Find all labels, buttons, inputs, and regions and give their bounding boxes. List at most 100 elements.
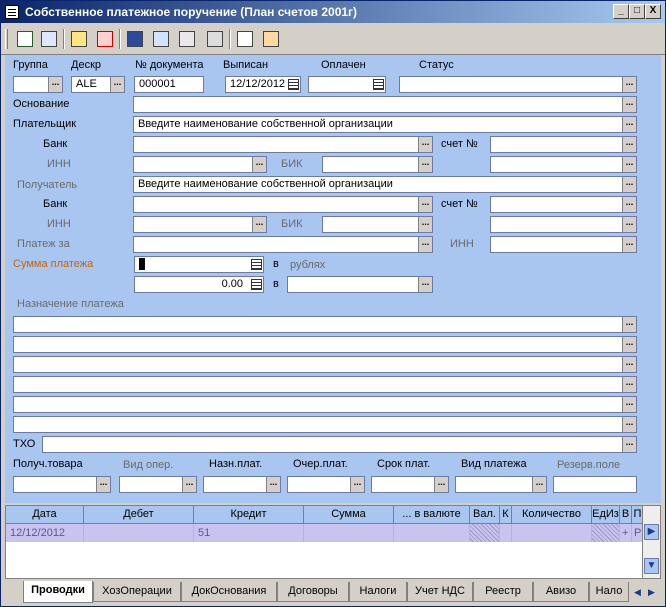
col-currency-amount[interactable]: ... в валюте <box>394 506 470 523</box>
col-k[interactable]: К <box>500 506 512 523</box>
tab-scroll-left-icon[interactable]: ◀ <box>631 583 644 601</box>
recipient-corr-account-lookup-button[interactable]: ... <box>622 217 636 232</box>
tool-10-button[interactable] <box>261 29 281 49</box>
minimize-button[interactable]: _ <box>613 4 629 19</box>
group-lookup-button[interactable]: ... <box>48 77 62 92</box>
payment-for-inn-field[interactable]: ... <box>490 236 637 253</box>
payment-for-lookup-button[interactable]: ... <box>418 237 432 252</box>
amount-currency-field[interactable]: 0.00 <box>134 276 264 293</box>
tool-1-button[interactable] <box>15 29 35 49</box>
scroll-down-icon[interactable]: ▼ <box>644 558 659 574</box>
basis-field[interactable]: ... <box>133 96 637 113</box>
purpose-line-5-button[interactable]: ... <box>622 397 636 412</box>
payer-inn-field[interactable]: ... <box>133 156 267 173</box>
payer-field[interactable]: Введите наименование собственной организ… <box>133 116 637 133</box>
recipient-inn-field[interactable]: ... <box>133 216 267 233</box>
term-field[interactable]: ... <box>371 476 449 493</box>
tool-3-button[interactable] <box>69 29 89 49</box>
recipient-bank-lookup-button[interactable]: ... <box>418 197 432 212</box>
tool-8-button[interactable] <box>205 29 225 49</box>
purpose-line-5[interactable]: ... <box>13 396 637 413</box>
close-button[interactable]: X <box>645 4 661 19</box>
purpose-line-2-button[interactable]: ... <box>622 337 636 352</box>
currency-lookup-button[interactable]: ... <box>418 277 432 292</box>
col-amount[interactable]: Сумма <box>304 506 394 523</box>
payer-account-field[interactable]: ... <box>490 136 637 153</box>
goods-recipient-button[interactable]: ... <box>96 477 110 492</box>
cell-currency-amount[interactable] <box>394 524 470 542</box>
tho-lookup-button[interactable]: ... <box>622 437 636 452</box>
term-button[interactable]: ... <box>434 477 448 492</box>
tool-9-button[interactable] <box>235 29 255 49</box>
group-field[interactable]: ... <box>13 76 63 93</box>
cell-quantity[interactable] <box>512 524 592 542</box>
table-row[interactable]: 12/12/2012 51 + P <box>6 524 644 542</box>
tho-field[interactable]: ... <box>42 436 637 453</box>
cell-credit[interactable]: 51 <box>194 524 304 542</box>
payer-bank-field[interactable]: ... <box>133 136 433 153</box>
cell-v[interactable]: + <box>620 524 632 542</box>
basis-lookup-button[interactable]: ... <box>622 97 636 112</box>
payer-bank-lookup-button[interactable]: ... <box>418 137 432 152</box>
desc-lookup-button[interactable]: ... <box>110 77 124 92</box>
tab-business-operations[interactable]: ХозОперации <box>93 582 181 602</box>
recipient-inn-lookup-button[interactable]: ... <box>252 217 266 232</box>
pay-type-field[interactable]: ... <box>455 476 547 493</box>
purpose-line-4[interactable]: ... <box>13 376 637 393</box>
calculator-icon[interactable] <box>251 279 262 290</box>
purpose-line-2[interactable]: ... <box>13 336 637 353</box>
save-button[interactable] <box>125 29 145 49</box>
calendar-icon[interactable] <box>373 79 384 90</box>
desc-field[interactable]: ALE... <box>71 76 125 93</box>
op-type-button[interactable]: ... <box>182 477 196 492</box>
purpose-pay-button[interactable]: ... <box>266 477 280 492</box>
payer-corr-account-field[interactable]: ... <box>490 156 637 173</box>
pay-type-button[interactable]: ... <box>532 477 546 492</box>
tab-registry[interactable]: Реестр <box>473 582 533 602</box>
tab-contracts[interactable]: Договоры <box>277 582 349 602</box>
purpose-line-4-button[interactable]: ... <box>622 377 636 392</box>
payment-for-field[interactable]: ... <box>133 236 433 253</box>
col-quantity[interactable]: Количество <box>512 506 592 523</box>
order-field[interactable]: ... <box>287 476 365 493</box>
purpose-line-6[interactable]: ... <box>13 416 637 433</box>
goods-recipient-field[interactable]: ... <box>13 476 111 493</box>
recipient-bik-lookup-button[interactable]: ... <box>418 217 432 232</box>
payer-lookup-button[interactable]: ... <box>622 117 636 132</box>
tool-4-button[interactable] <box>95 29 115 49</box>
cell-date[interactable]: 12/12/2012 <box>6 524 84 542</box>
cell-k[interactable] <box>500 524 512 542</box>
paid-date-field[interactable] <box>308 76 386 93</box>
status-field[interactable]: ... <box>399 76 637 93</box>
recipient-account-field[interactable]: ... <box>490 196 637 213</box>
purpose-line-3-button[interactable]: ... <box>622 357 636 372</box>
calendar-icon[interactable] <box>288 79 299 90</box>
amount-field[interactable] <box>134 256 264 273</box>
col-v[interactable]: В <box>620 506 632 523</box>
tab-taxes-2[interactable]: Нало <box>589 582 629 602</box>
tab-basis-documents[interactable]: ДокОснования <box>181 582 277 602</box>
purpose-line-1-button[interactable]: ... <box>622 317 636 332</box>
payer-bik-field[interactable]: ... <box>322 156 433 173</box>
recipient-account-lookup-button[interactable]: ... <box>622 197 636 212</box>
tool-7-button[interactable] <box>177 29 197 49</box>
col-unit[interactable]: ЕдИз <box>592 506 620 523</box>
tool-6-button[interactable] <box>151 29 171 49</box>
recipient-lookup-button[interactable]: ... <box>622 177 636 192</box>
recipient-bank-field[interactable]: ... <box>133 196 433 213</box>
cell-currency[interactable] <box>470 524 500 542</box>
reserve-field[interactable] <box>553 476 637 493</box>
purpose-pay-field[interactable]: ... <box>203 476 281 493</box>
payer-corr-account-lookup-button[interactable]: ... <box>622 157 636 172</box>
payer-bik-lookup-button[interactable]: ... <box>418 157 432 172</box>
tab-postings[interactable]: Проводки <box>23 581 93 603</box>
currency-field[interactable]: ... <box>287 276 433 293</box>
tab-taxes[interactable]: Налоги <box>349 582 407 602</box>
recipient-bik-field[interactable]: ... <box>322 216 433 233</box>
payment-for-inn-lookup-button[interactable]: ... <box>622 237 636 252</box>
col-credit[interactable]: Кредит <box>194 506 304 523</box>
issued-date-field[interactable]: 12/12/2012 <box>225 76 301 93</box>
col-debit[interactable]: Дебет <box>84 506 194 523</box>
cell-debit[interactable] <box>84 524 194 542</box>
cell-unit[interactable] <box>592 524 620 542</box>
